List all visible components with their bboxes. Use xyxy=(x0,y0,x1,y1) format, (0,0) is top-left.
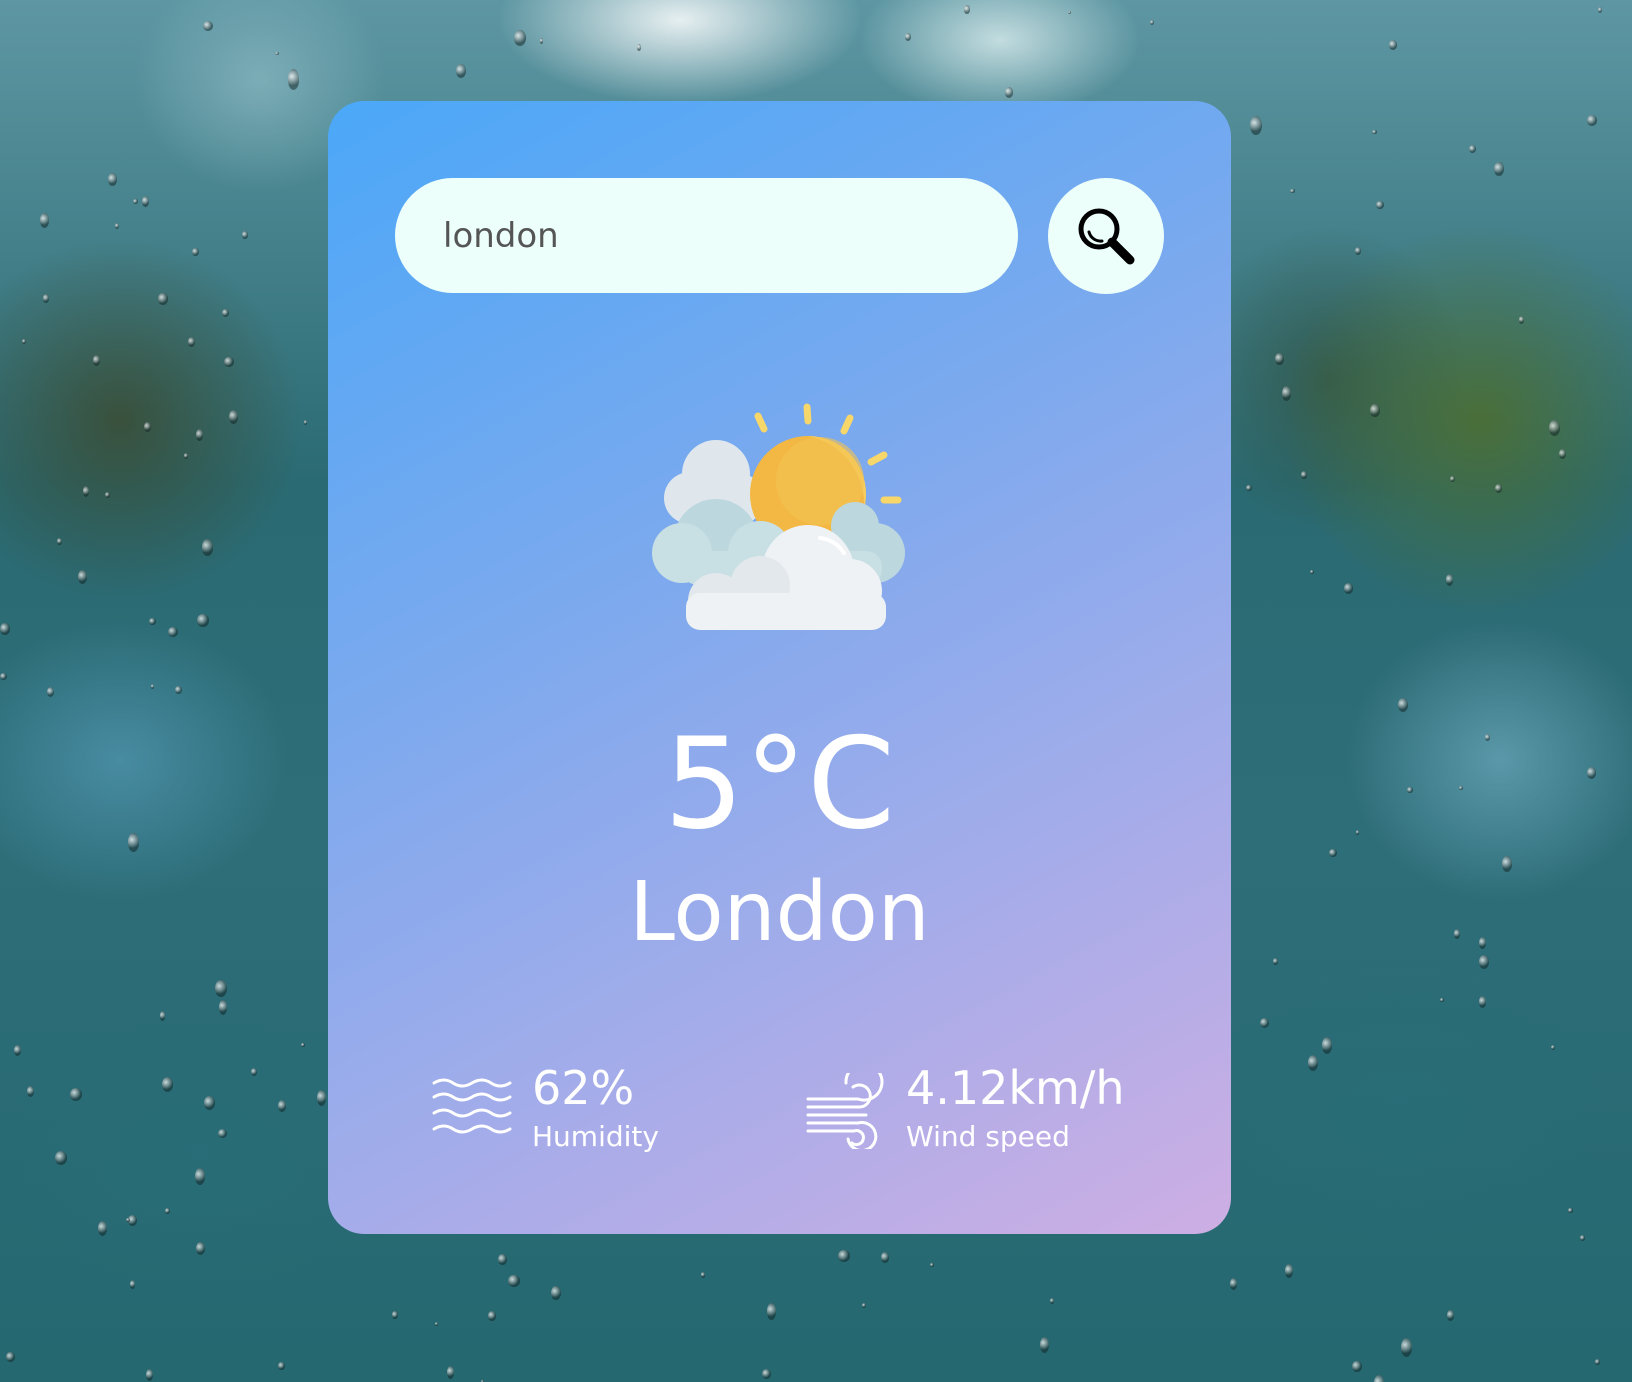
humidity-label: Humidity xyxy=(532,1120,659,1153)
humidity-detail: 62% Humidity xyxy=(432,1059,659,1155)
temperature: 5°C xyxy=(663,710,896,857)
search-input[interactable] xyxy=(443,215,963,256)
partly-cloudy-icon xyxy=(650,401,910,631)
wind-speed-label: Wind speed xyxy=(906,1120,1070,1153)
wind-icon xyxy=(806,1073,884,1149)
humidity-value: 62% xyxy=(532,1061,635,1115)
search-button[interactable] xyxy=(1048,178,1164,294)
search-field[interactable] xyxy=(395,178,1018,293)
humidity-waves-icon xyxy=(432,1078,512,1134)
weather-card: 5°C London 62% Humidity 4 xyxy=(328,101,1231,1234)
city-name: London xyxy=(629,865,930,960)
wind-detail: 4.12km/h Wind speed xyxy=(806,1059,1125,1155)
search-icon xyxy=(1078,208,1135,265)
wind-speed-value: 4.12km/h xyxy=(906,1061,1125,1115)
